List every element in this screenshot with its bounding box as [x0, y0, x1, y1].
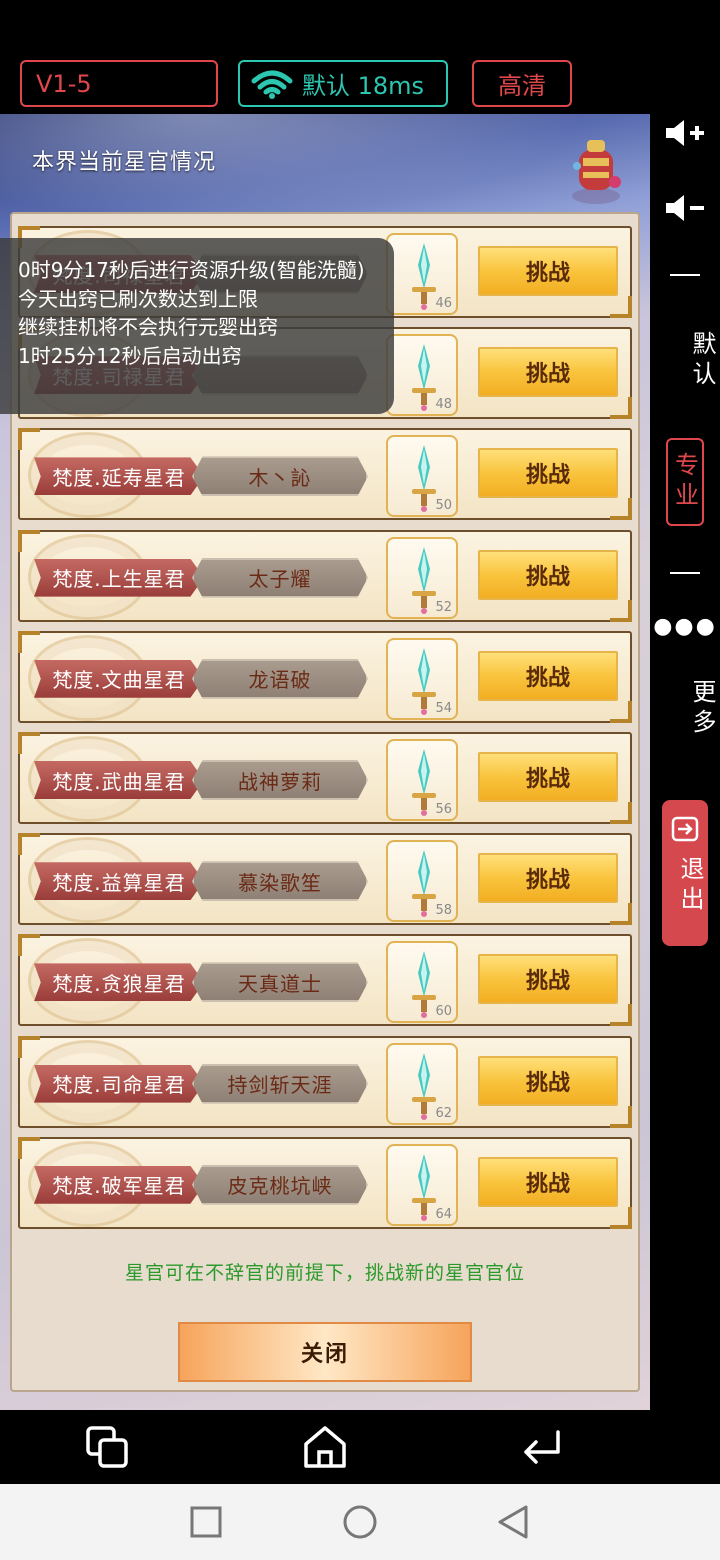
challenge-button[interactable]: 挑战 [478, 1055, 618, 1106]
official-row: 梵度.破军星君 皮克桃坑峡 64 挑战 [18, 1136, 632, 1229]
more-dots-icon[interactable]: ●●● [650, 614, 720, 639]
challenge-button[interactable]: 挑战 [478, 448, 618, 499]
pro-mode-button[interactable]: 专业 [666, 438, 704, 526]
challenge-button[interactable]: 挑战 [478, 549, 618, 600]
divider [670, 274, 700, 276]
challenge-button[interactable]: 挑战 [478, 853, 618, 904]
reward-slot[interactable]: 56 [386, 739, 458, 821]
reward-slot[interactable]: 46 [386, 233, 458, 315]
official-row: 梵度.延寿星君 木丶訫 50 挑战 [18, 428, 632, 521]
holder-name: 皮克桃坑峡 [192, 1164, 368, 1205]
wifi-icon [251, 70, 293, 99]
back-triangle-icon[interactable] [496, 1504, 530, 1540]
official-row: 梵度.武曲星君 战神萝莉 56 挑战 [18, 732, 632, 824]
toast-line: 1时25分12秒后启动出窍 [18, 343, 242, 368]
default-mode-label: 默认 [688, 331, 716, 391]
network-label: 默认 18ms [302, 72, 425, 100]
home-icon[interactable] [302, 1424, 348, 1470]
reward-level: 48 [435, 397, 452, 413]
rank-title: 梵度.司命星君 [34, 1064, 204, 1103]
reward-slot[interactable]: 52 [386, 536, 458, 619]
quality-label: 高清 [498, 72, 546, 100]
holder-name: 持剑斩天涯 [192, 1063, 368, 1104]
holder-name: 龙语破 [192, 658, 368, 699]
exit-label: 退出 [676, 856, 704, 916]
holder-name: 天真道士 [192, 962, 368, 1003]
more-button[interactable]: 更多 [650, 672, 720, 746]
reward-level: 56 [435, 802, 452, 817]
volume-up-icon[interactable] [664, 118, 706, 148]
stream-sidebar: 默认 专业 ●●● 更多 退出 [650, 114, 720, 1410]
holder-name: 太子耀 [192, 557, 368, 598]
official-row: 梵度.司命星君 持剑斩天涯 62 挑战 [18, 1035, 632, 1128]
rank-title: 梵度.贪狼星君 [34, 963, 204, 1002]
reward-level: 60 [435, 1004, 452, 1020]
volume-down-icon[interactable] [664, 193, 706, 223]
more-label: 更多 [688, 679, 716, 739]
reward-level: 64 [435, 1206, 452, 1222]
script-status-toast: 0时9分17秒后进行资源升级(智能洗髓) 今天出窍已刷次数达到上限 继续挂机将不… [0, 238, 394, 414]
challenge-button[interactable]: 挑战 [478, 246, 618, 296]
rank-title: 梵度.益算星君 [34, 862, 204, 901]
reward-slot[interactable]: 62 [386, 1042, 458, 1125]
reward-level: 46 [435, 296, 452, 311]
reward-slot[interactable]: 48 [386, 334, 458, 417]
reward-slot[interactable]: 60 [386, 941, 458, 1024]
reward-level: 50 [435, 498, 452, 514]
exit-button[interactable]: 退出 [662, 800, 708, 946]
toast-line: 今天出窍已刷次数达到上限 [18, 286, 258, 311]
reward-level: 54 [435, 700, 452, 716]
challenge-button[interactable]: 挑战 [478, 954, 618, 1005]
recents-icon[interactable] [190, 1506, 222, 1538]
holder-name: 战神萝莉 [192, 760, 368, 800]
official-row: 梵度.益算星君 慕染歌笙 58 挑战 [18, 833, 632, 926]
default-mode-button[interactable]: 默认 [650, 324, 720, 398]
panel-title: 本界当前星官情况 [32, 150, 217, 175]
rank-title: 梵度.武曲星君 [34, 761, 204, 799]
holder-name: 木丶訫 [192, 456, 368, 497]
panel-tip: 星官可在不辞官的前提下，挑战新的星官官位 [124, 1262, 525, 1284]
back-icon[interactable] [520, 1428, 564, 1468]
reward-slot[interactable]: 54 [386, 637, 458, 720]
challenge-button[interactable]: 挑战 [478, 1156, 618, 1207]
screen: V1-5 默认 18ms 高清 本界当前星官情况 46 挑战 48 挑战 梵度.… [0, 0, 720, 1560]
reward-level: 52 [435, 599, 452, 615]
network-status-button[interactable]: 默认 18ms [238, 60, 448, 107]
reward-slot[interactable]: 64 [386, 1143, 458, 1226]
toast-line: 继续挂机将不会执行元婴出窍 [18, 315, 278, 339]
home-circle-icon[interactable] [342, 1504, 378, 1540]
rank-title: 梵度.延寿星君 [34, 457, 204, 496]
toast-line: 0时9分17秒后进行资源升级(智能洗髓) [18, 258, 365, 282]
rank-title: 梵度.破军星君 [34, 1165, 204, 1204]
multitask-icon[interactable] [86, 1426, 130, 1470]
exit-icon [671, 816, 699, 842]
challenge-button[interactable]: 挑战 [478, 752, 618, 802]
version-button[interactable]: V1-5 [20, 60, 218, 107]
rank-title: 梵度.上生星君 [34, 558, 204, 597]
close-button[interactable]: 关闭 [178, 1322, 472, 1382]
reward-level: 62 [435, 1105, 452, 1121]
quality-button[interactable]: 高清 [472, 60, 572, 107]
official-row: 梵度.上生星君 太子耀 52 挑战 [18, 529, 632, 622]
reward-slot[interactable]: 58 [386, 840, 458, 923]
official-row: 梵度.文曲星君 龙语破 54 挑战 [18, 630, 632, 723]
pro-mode-label: 专业 [670, 452, 699, 512]
official-row: 梵度.贪狼星君 天真道士 60 挑战 [18, 934, 632, 1027]
reward-slot[interactable]: 50 [386, 435, 458, 518]
reward-level: 58 [435, 903, 452, 919]
rank-title: 梵度.文曲星君 [34, 659, 204, 698]
stream-navbar [0, 1410, 720, 1484]
version-label: V1-5 [36, 69, 92, 98]
divider [670, 572, 700, 574]
treasure-bottle-icon[interactable] [565, 136, 627, 206]
challenge-button[interactable]: 挑战 [478, 347, 618, 398]
holder-name: 慕染歌笙 [192, 861, 368, 902]
stream-toolbar: V1-5 默认 18ms 高清 [0, 0, 720, 114]
challenge-button[interactable]: 挑战 [478, 650, 618, 701]
system-navbar [0, 1484, 720, 1560]
